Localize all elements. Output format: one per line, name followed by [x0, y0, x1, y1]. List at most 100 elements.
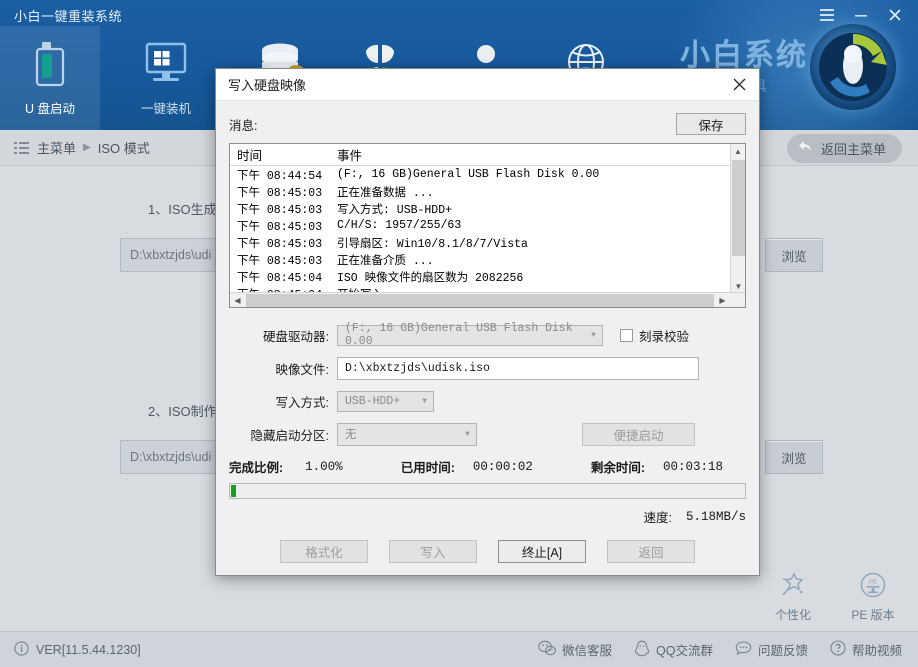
speed-label: 速度: [644, 507, 672, 526]
image-file-label: 映像文件: [229, 359, 337, 378]
personalize-label: 个性化 [775, 606, 811, 623]
iso-generate-browse-button[interactable]: 浏览 [765, 238, 823, 272]
question-circle-icon [830, 640, 846, 659]
chevron-down-icon: ▼ [459, 424, 476, 445]
monitor-windows-icon [141, 38, 191, 90]
breadcrumb-root[interactable]: 主菜单 [37, 138, 76, 157]
write-button[interactable]: 写入 [389, 540, 477, 563]
log-horizontal-scrollbar[interactable]: ◀ ▶ [230, 292, 745, 307]
format-label: 格式化 [305, 542, 343, 561]
log-row[interactable]: 下午 08:45:03 正在准备介质 ... [230, 251, 745, 268]
iso-make-browse-button[interactable]: 浏览 [765, 440, 823, 474]
dialog-body: 消息: 保存 时间 事件 下午 08:44:54 (F:, 16 GB)Gene… [216, 101, 759, 577]
checkbox-box[interactable] [620, 329, 633, 342]
save-log-button[interactable]: 保存 [676, 113, 746, 135]
dialog-title-bar[interactable]: 写入硬盘映像 [216, 69, 759, 101]
progress-bar-fill [231, 485, 236, 497]
iso-generate-path-input[interactable]: D:\xbxtzjds\udi [120, 238, 225, 272]
image-file-input[interactable]: D:\xbxtzjds\udisk.iso [337, 357, 699, 380]
scroll-right-icon[interactable]: ▶ [715, 293, 730, 308]
log-event: C/H/S: 1957/255/63 [331, 219, 461, 232]
log-row[interactable]: 下午 08:45:04 ISO 映像文件的扇区数为 2082256 [230, 268, 745, 285]
log-row[interactable]: 下午 08:44:54 (F:, 16 GB)General USB Flash… [230, 166, 745, 183]
log-row[interactable]: 下午 08:45:03 引导扇区: Win10/8.1/8/7/Vista [230, 234, 745, 251]
info-icon [14, 641, 29, 659]
svg-text:PE: PE [869, 580, 877, 586]
footer-link-wechat[interactable]: 微信客服 [538, 640, 612, 659]
horizontal-scroll-thumb[interactable] [246, 294, 714, 307]
footer-link-label: QQ交流群 [656, 640, 713, 659]
footer-links: 微信客服 QQ交流群 问题反馈 [538, 640, 902, 660]
hidden-partition-value: 无 [345, 426, 357, 442]
drive-label: 硬盘驱动器: [229, 326, 337, 345]
iso-make-path-input[interactable]: D:\xbxtzjds\udi [120, 440, 225, 474]
log-list[interactable]: 时间 事件 下午 08:44:54 (F:, 16 GB)General USB… [229, 143, 746, 308]
footer-link-qq[interactable]: QQ交流群 [634, 640, 713, 660]
brand-logo [810, 24, 896, 110]
breadcrumb-separator: ▶ [83, 142, 91, 153]
magic-wand-icon [780, 572, 806, 603]
write-disk-image-dialog: 写入硬盘映像 消息: 保存 时间 事件 [215, 68, 760, 576]
close-icon[interactable] [719, 69, 759, 101]
log-time: 下午 08:45:03 [230, 235, 331, 251]
hidden-partition-label: 隐藏启动分区: [229, 425, 337, 444]
percent-value: 1.00% [305, 460, 343, 474]
browse-label: 浏览 [781, 448, 806, 467]
usb-drive-icon [35, 38, 65, 90]
drive-select[interactable]: (F:, 16 GB)General USB Flash Disk 0.00 ▼ [337, 325, 603, 346]
toolbar-item-usb-boot[interactable]: U 盘启动 [0, 26, 100, 130]
write-mode-select[interactable]: USB-HDD+ ▼ [337, 391, 434, 412]
menu-button[interactable] [810, 2, 844, 28]
hidden-partition-row: 隐藏启动分区: 无 ▼ 便捷启动 [229, 420, 746, 448]
footer-link-help-video[interactable]: 帮助视频 [830, 640, 902, 659]
hidden-partition-select[interactable]: 无 ▼ [337, 423, 477, 446]
return-button[interactable]: 返回 [607, 540, 695, 563]
abort-button[interactable]: 终止[A] [498, 540, 586, 563]
back-arrow-icon [797, 139, 814, 157]
verify-checkbox[interactable]: 刻录校验 [620, 326, 689, 345]
log-time: 下午 08:45:03 [230, 201, 331, 217]
image-file-value: D:\xbxtzjds\udisk.iso [345, 362, 490, 375]
vertical-scroll-thumb[interactable] [732, 160, 745, 256]
qq-penguin-icon [634, 640, 650, 660]
log-row[interactable]: 下午 08:45:03 正在准备数据 ... [230, 183, 745, 200]
speed-value: 5.18MB/s [686, 510, 746, 524]
log-time: 下午 08:44:54 [230, 167, 331, 183]
dialog-form: 硬盘驱动器: (F:, 16 GB)General USB Flash Disk… [229, 321, 746, 448]
back-to-main-menu-button[interactable]: 返回主菜单 [787, 133, 902, 163]
personalize-button[interactable]: 个性化 [766, 572, 820, 623]
progress-stats: 完成比例: 1.00% 已用时间: 00:00:02 剩余时间: 00:03:1… [229, 457, 746, 476]
return-label: 返回 [638, 542, 663, 561]
back-button-label: 返回主菜单 [821, 139, 886, 158]
quick-boot-button[interactable]: 便捷启动 [582, 423, 695, 446]
scroll-left-icon[interactable]: ◀ [230, 293, 245, 308]
message-row: 消息: 保存 [229, 111, 746, 137]
scroll-up-icon[interactable]: ▲ [731, 144, 745, 159]
pe-version-button[interactable]: PE PE 版本 [846, 572, 900, 623]
log-event: ISO 映像文件的扇区数为 2082256 [331, 269, 523, 285]
progress-bar [229, 483, 746, 499]
format-button[interactable]: 格式化 [280, 540, 368, 563]
log-column-time: 时间 [230, 145, 331, 164]
log-row[interactable]: 下午 08:45:03 C/H/S: 1957/255/63 [230, 217, 745, 234]
quick-boot-label: 便捷启动 [613, 425, 663, 444]
list-menu-icon[interactable] [14, 142, 29, 154]
chevron-down-icon: ▼ [416, 392, 433, 411]
version-info: VER[11.5.44.1230] [14, 641, 141, 659]
app-title: 小白一键重装系统 [14, 6, 122, 25]
log-vertical-scrollbar[interactable]: ▲ ▼ [730, 144, 745, 294]
footer-link-label: 问题反馈 [758, 640, 808, 659]
log-event: 引导扇区: Win10/8.1/8/7/Vista [331, 235, 528, 251]
footer-link-feedback[interactable]: 问题反馈 [735, 640, 808, 659]
elapsed-label: 已用时间: [401, 457, 455, 476]
close-button[interactable] [878, 2, 912, 28]
log-row[interactable]: 下午 08:45:03 写入方式: USB-HDD+ [230, 200, 745, 217]
iso-make-path-value: D:\xbxtzjds\udi [130, 450, 211, 464]
write-mode-value: USB-HDD+ [345, 395, 400, 408]
log-time: 下午 08:45:04 [230, 269, 331, 285]
browse-label: 浏览 [781, 246, 806, 265]
toolbar-item-one-key-install[interactable]: 一键装机 [116, 26, 216, 130]
drive-value: (F:, 16 GB)General USB Flash Disk 0.00 [345, 322, 602, 348]
log-column-event: 事件 [331, 145, 362, 164]
log-event: 正在准备数据 ... [331, 184, 434, 200]
